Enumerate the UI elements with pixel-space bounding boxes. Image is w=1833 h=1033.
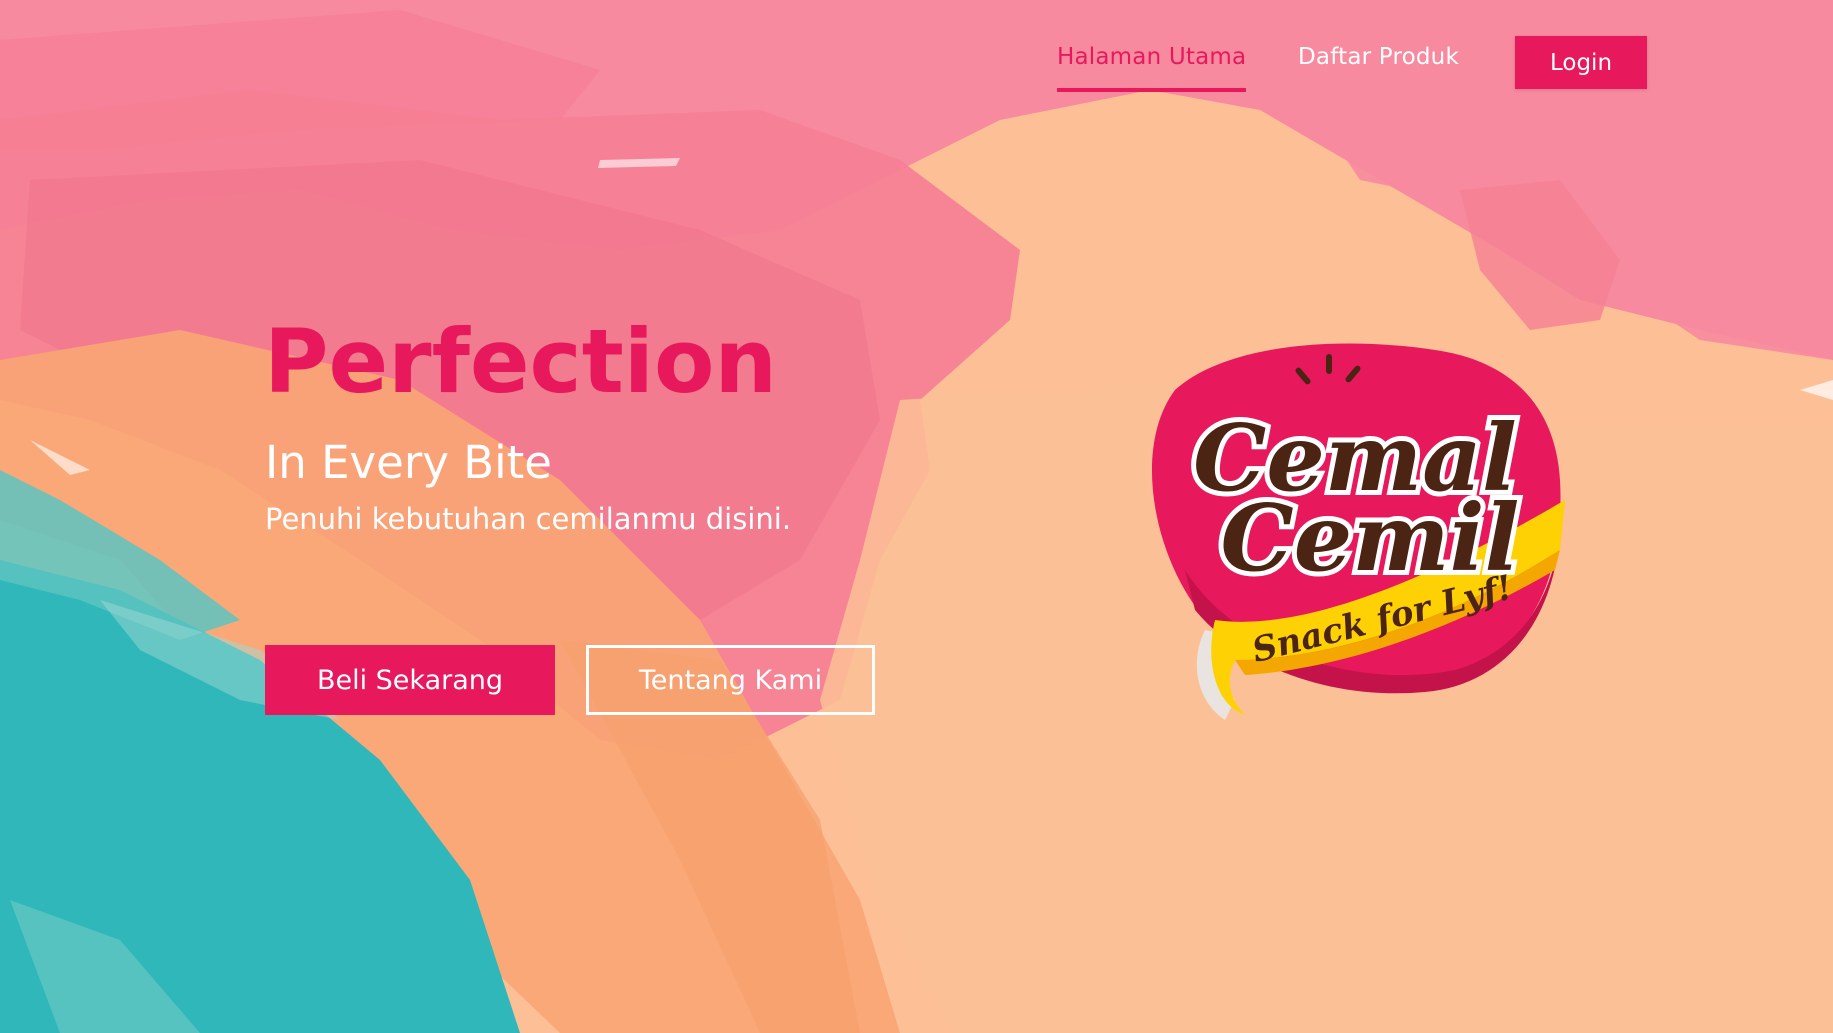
nav-item-halaman-utama[interactable]: Halaman Utama [1057, 44, 1246, 70]
login-button[interactable]: Login [1515, 36, 1647, 89]
hero-subtitle: In Every Bite [265, 436, 552, 489]
hero-title: Perfection [264, 310, 778, 413]
landing-page: Halaman Utama Daftar Produk Login Perfec… [0, 0, 1833, 1033]
buy-now-button[interactable]: Beli Sekarang [265, 645, 555, 715]
cemal-cemil-logo: Cemal Cemil Snack for Lyf! [1151, 343, 1565, 720]
nav-item-daftar-produk[interactable]: Daftar Produk [1298, 44, 1459, 70]
active-nav-underline [1057, 88, 1246, 92]
about-us-button[interactable]: Tentang Kami [586, 645, 875, 715]
hero-description: Penuhi kebutuhan cemilanmu disini. [265, 502, 792, 536]
